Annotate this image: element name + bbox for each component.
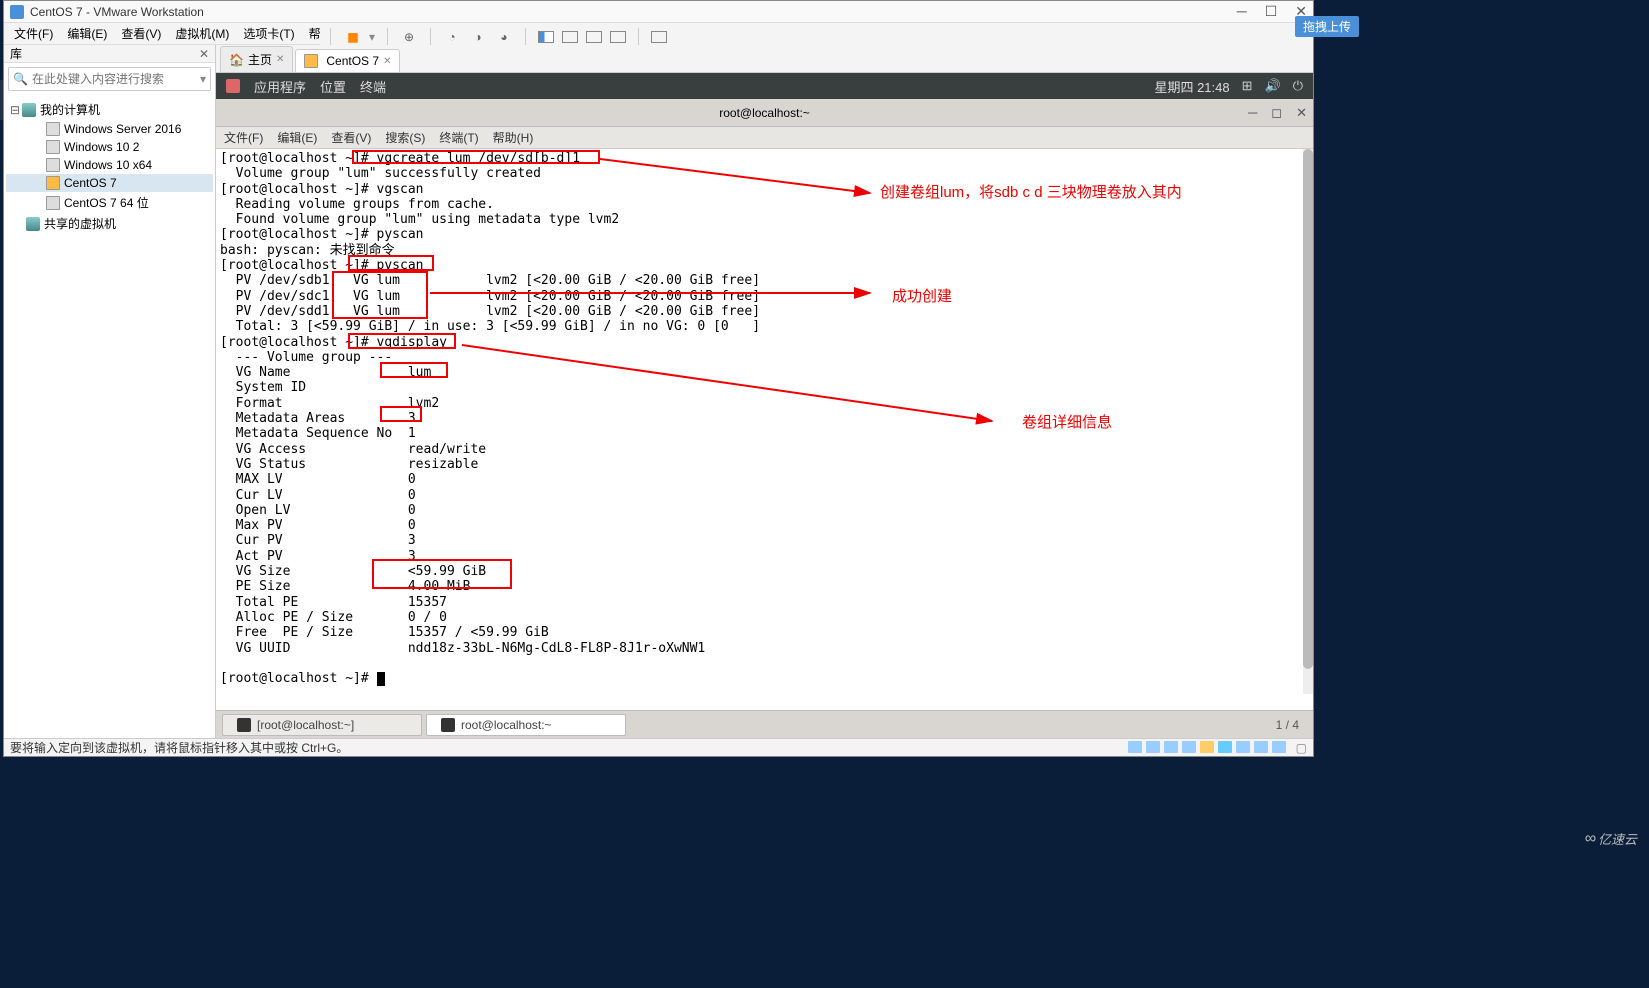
- vm-tab-icon: [304, 54, 318, 68]
- gnome-clock[interactable]: 星期四 21:48: [1154, 77, 1229, 96]
- terminal-content: [root@localhost ~]# vgcreate lum /dev/sd…: [220, 151, 760, 686]
- terminal-titlebar: root@localhost:~ ─ ◻ ✕: [216, 99, 1313, 127]
- terminal-scrollbar[interactable]: [1303, 149, 1313, 694]
- vm-tree: ⊟ 我的计算机 Windows Server 2016 Windows 10 2…: [4, 95, 215, 238]
- taskbar-item-1[interactable]: [root@localhost:~]: [222, 714, 422, 736]
- minimize-button[interactable]: ─: [1237, 3, 1247, 20]
- clock2-icon[interactable]: ◑: [469, 28, 487, 46]
- layout4-icon[interactable]: [610, 31, 626, 43]
- annotation-text-3: 卷组详细信息: [1022, 415, 1112, 430]
- term-menu-file[interactable]: 文件(F): [224, 129, 263, 146]
- term-close-icon[interactable]: ✕: [1296, 105, 1307, 121]
- search-icon: 🔍: [13, 72, 28, 86]
- search-input[interactable]: [32, 72, 200, 86]
- menu-file[interactable]: 文件(F): [8, 23, 59, 44]
- upload-badge[interactable]: 拖拽上传: [1295, 16, 1359, 37]
- clock1-icon[interactable]: ◔: [443, 28, 461, 46]
- tree-item-win10-2[interactable]: Windows 10 2: [6, 138, 213, 156]
- tree-shared-vms[interactable]: 共享的虚拟机: [6, 213, 213, 234]
- tab-close-icon[interactable]: ✕: [383, 56, 391, 67]
- home-icon: 🏠: [229, 53, 244, 67]
- tree-item-win10x64[interactable]: Windows 10 x64: [6, 156, 213, 174]
- menu-view[interactable]: 查看(V): [115, 23, 167, 44]
- menu-tabs[interactable]: 选项卡(T): [237, 23, 300, 44]
- menu-edit[interactable]: 编辑(E): [61, 23, 113, 44]
- search-box[interactable]: 🔍 ▾: [8, 67, 211, 91]
- vmware-main-window: CentOS 7 - VMware Workstation ─ ☐ ✕ 文件(F…: [3, 0, 1314, 757]
- workspace-counter[interactable]: 1 / 4: [1276, 718, 1307, 732]
- device-icon[interactable]: [1128, 741, 1142, 753]
- device-icon[interactable]: [1236, 741, 1250, 753]
- gnome-places[interactable]: 位置: [320, 77, 346, 96]
- device-icon[interactable]: [1182, 741, 1196, 753]
- volume-icon[interactable]: 🔊: [1265, 78, 1281, 94]
- computer-icon: [22, 103, 36, 117]
- status-hint: 要将输入定向到该虚拟机，请将鼠标指针移入其中或按 Ctrl+G。: [10, 739, 348, 756]
- layout1-icon[interactable]: [538, 31, 554, 43]
- annotation-text-2: 成功创建: [892, 289, 952, 304]
- activities-icon[interactable]: [226, 79, 240, 93]
- shared-icon: [26, 217, 40, 231]
- terminal-task-icon: [237, 718, 251, 732]
- expand-status-icon[interactable]: ▢: [1296, 741, 1307, 755]
- tree-item-centos7-64[interactable]: CentOS 7 64 位: [6, 192, 213, 213]
- device-icon[interactable]: [1200, 741, 1214, 753]
- annotation-text-1: 创建卷组lum，将sdb c d 三块物理卷放入其内: [880, 185, 1182, 200]
- library-sidebar: 库 ✕ 🔍 ▾ ⊟ 我的计算机 Windows Server 2016 Wind…: [4, 45, 216, 738]
- arrow-3: [462, 341, 1002, 431]
- device-icon[interactable]: [1146, 741, 1160, 753]
- term-menu-terminal[interactable]: 终端(T): [439, 129, 478, 146]
- device-icon[interactable]: [1218, 741, 1232, 753]
- status-device-icons: ▢: [1128, 741, 1307, 755]
- gnome-terminal-menu[interactable]: 终端: [360, 77, 386, 96]
- gnome-taskbar: [root@localhost:~] root@localhost:~ 1 / …: [216, 710, 1313, 738]
- snapshot-icon[interactable]: ⊕: [400, 28, 418, 46]
- tree-root-mycomputer[interactable]: ⊟ 我的计算机: [6, 99, 213, 120]
- tab-close-icon[interactable]: ✕: [276, 54, 284, 65]
- title-bar: CentOS 7 - VMware Workstation ─ ☐ ✕: [4, 1, 1313, 23]
- search-dropdown-icon[interactable]: ▾: [200, 72, 206, 86]
- tree-item-winserver[interactable]: Windows Server 2016: [6, 120, 213, 138]
- terminal-title: root@localhost:~: [719, 106, 810, 120]
- sidebar-close-icon[interactable]: ✕: [199, 47, 209, 61]
- pause-icon[interactable]: ▮▮: [343, 28, 361, 46]
- tree-item-centos7[interactable]: CentOS 7: [6, 174, 213, 192]
- vmware-statusbar: 要将输入定向到该虚拟机，请将鼠标指针移入其中或按 Ctrl+G。 ▢: [4, 738, 1313, 756]
- arrow-1: [600, 153, 880, 203]
- tab-strip: 🏠 主页 ✕ CentOS 7 ✕: [216, 45, 1313, 73]
- sidebar-title: 库: [10, 45, 22, 62]
- watermark: ∞亿速云: [1585, 829, 1637, 848]
- term-menu-edit[interactable]: 编辑(E): [277, 129, 317, 146]
- menu-vm[interactable]: 虚拟机(M): [169, 23, 235, 44]
- terminal-body[interactable]: [root@localhost ~]# vgcreate lum /dev/sd…: [216, 149, 1313, 694]
- maximize-button[interactable]: ☐: [1265, 3, 1278, 20]
- gnome-top-bar: 应用程序 位置 终端 星期四 21:48 ⊞ 🔊 ⏻: [216, 73, 1313, 99]
- gnome-applications[interactable]: 应用程序: [254, 77, 306, 96]
- window-title: CentOS 7 - VMware Workstation: [30, 5, 1237, 19]
- layout3-icon[interactable]: [586, 31, 602, 43]
- vmware-icon: [10, 5, 24, 19]
- term-maximize-icon[interactable]: ◻: [1271, 105, 1282, 121]
- clock3-icon[interactable]: ◕: [495, 28, 513, 46]
- tab-centos7[interactable]: CentOS 7 ✕: [295, 49, 400, 72]
- device-icon[interactable]: [1164, 741, 1178, 753]
- term-menu-search[interactable]: 搜索(S): [385, 129, 425, 146]
- cursor: [377, 672, 385, 686]
- term-menu-view[interactable]: 查看(V): [331, 129, 371, 146]
- taskbar-item-2[interactable]: root@localhost:~: [426, 714, 626, 736]
- device-icon[interactable]: [1254, 741, 1268, 753]
- tab-home[interactable]: 🏠 主页 ✕: [220, 46, 293, 72]
- power-icon[interactable]: ⏻: [1293, 78, 1303, 94]
- term-menu-help[interactable]: 帮助(H): [493, 129, 534, 146]
- terminal-task-icon: [441, 718, 455, 732]
- content-area: 🏠 主页 ✕ CentOS 7 ✕ 应用程序 位置 终端 星期四 21:48 ⊞…: [216, 45, 1313, 738]
- device-icon[interactable]: [1272, 741, 1286, 753]
- network-icon[interactable]: ⊞: [1242, 78, 1253, 94]
- fullscreen-icon[interactable]: [651, 31, 667, 43]
- layout2-icon[interactable]: [562, 31, 578, 43]
- term-minimize-icon[interactable]: ─: [1248, 105, 1257, 121]
- terminal-menubar: 文件(F) 编辑(E) 查看(V) 搜索(S) 终端(T) 帮助(H): [216, 127, 1313, 149]
